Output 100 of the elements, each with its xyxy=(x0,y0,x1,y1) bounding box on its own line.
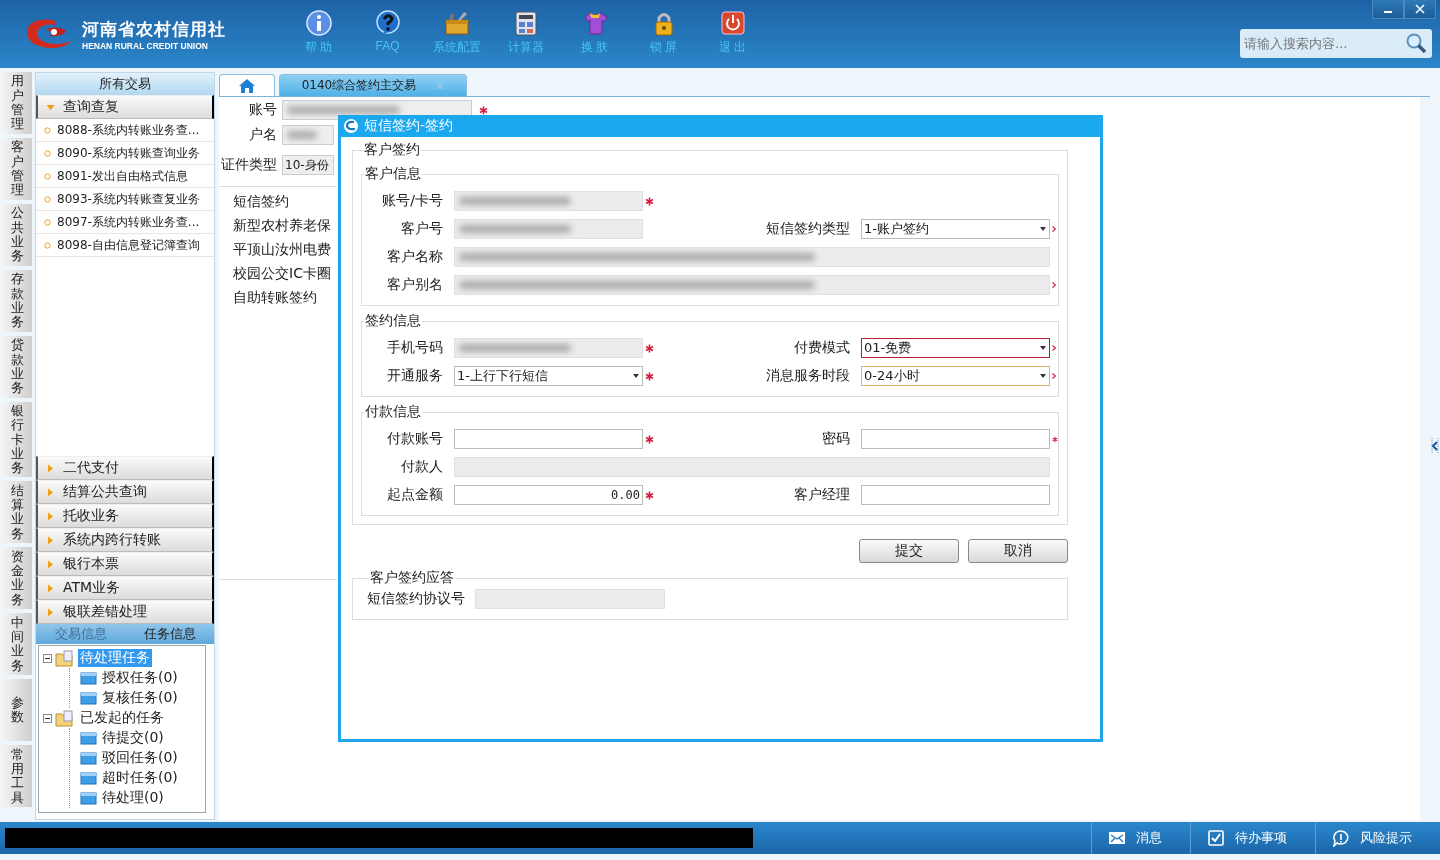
field-label: 账号 xyxy=(248,101,277,119)
dropdown-caret-icon xyxy=(1037,344,1049,352)
field-label: 消息服务时段 xyxy=(765,367,850,385)
field-label: 证件类型 xyxy=(221,156,277,174)
collapse-toggle-icon[interactable] xyxy=(43,653,52,663)
side-tab[interactable]: 参数 xyxy=(2,679,32,742)
nav-item[interactable]: 8090-系统内转账查询业务 xyxy=(36,142,214,165)
input-field[interactable] xyxy=(454,429,643,449)
side-tab[interactable]: 结算业务 xyxy=(2,481,32,544)
tree-item[interactable]: 驳回任务(0) xyxy=(100,749,180,767)
mail-icon xyxy=(1108,829,1126,847)
page-tab[interactable]: 0140综合签约主交易 xyxy=(279,74,467,96)
nav-item[interactable]: 8091-发出自由格式信息 xyxy=(36,165,214,188)
toolbox-icon xyxy=(443,10,470,36)
input-field[interactable] xyxy=(282,125,334,145)
field-label: 付款账号 xyxy=(386,430,443,448)
nav-group[interactable]: 银联差错处理 xyxy=(36,600,214,624)
nav-group[interactable]: 查询查复 xyxy=(36,95,214,119)
tree-item[interactable]: 待处理(0) xyxy=(100,789,166,807)
nav-item[interactable]: 8098-自由信息登记簿查询 xyxy=(36,234,214,257)
minimize-button[interactable] xyxy=(1372,0,1404,19)
collapse-toggle-icon[interactable] xyxy=(43,713,52,723)
tree-item[interactable]: 超时任务(0) xyxy=(100,769,180,787)
tree-item[interactable]: 待提交(0) xyxy=(100,729,166,747)
nav-group[interactable]: 结算公共查询 xyxy=(36,480,214,504)
input-field[interactable] xyxy=(475,589,665,609)
field-label: 开通服务 xyxy=(386,367,443,385)
close-icon xyxy=(1415,4,1425,14)
folder-icon xyxy=(80,671,97,685)
status-button[interactable]: 待办事项 xyxy=(1190,822,1315,854)
caret-icon xyxy=(46,102,55,112)
dropdown-caret-icon xyxy=(630,372,642,380)
side-tab[interactable]: 客户管理 xyxy=(2,138,32,200)
side-tab[interactable]: 资金业务 xyxy=(2,547,32,610)
caret-icon xyxy=(46,463,55,473)
dropdown-field[interactable]: 10-身份 xyxy=(282,155,334,175)
close-button[interactable] xyxy=(1404,0,1436,19)
field-label: 付费模式 xyxy=(793,339,850,357)
nav-group[interactable]: 托收业务 xyxy=(36,504,214,528)
logo-subtitle: HENAN RURAL CREDIT UNION xyxy=(82,40,209,51)
caret-icon xyxy=(46,559,55,569)
dialog-button[interactable]: 提交 xyxy=(859,539,959,563)
search-icon[interactable] xyxy=(1405,32,1427,54)
panel-tab[interactable]: 任务信息 xyxy=(125,624,214,644)
side-tab[interactable]: 银行卡业务 xyxy=(2,402,32,478)
logo-title: 河南省农村信用社 xyxy=(82,17,226,41)
home-icon xyxy=(238,77,256,94)
side-tab[interactable]: 公共业务 xyxy=(2,204,32,266)
side-tab[interactable]: 中间业务 xyxy=(2,613,32,676)
nav-group[interactable]: 系统内跨行转账 xyxy=(36,528,214,552)
list-item[interactable]: 新型农村养老保 xyxy=(233,217,337,241)
field-label: 账号/卡号 xyxy=(381,192,443,210)
nav-group[interactable]: ATM业务 xyxy=(36,576,214,600)
tree-item[interactable]: 已发起的任务 xyxy=(78,709,166,727)
bullet-icon xyxy=(44,195,51,203)
search-field[interactable]: 请输入搜索内容... xyxy=(1240,29,1432,58)
input-field[interactable] xyxy=(861,429,1050,449)
dialog-button[interactable]: 取消 xyxy=(968,539,1068,563)
bullet-icon xyxy=(44,149,51,157)
tree-item[interactable]: 授权任务(0) xyxy=(100,669,180,687)
nav-item[interactable]: 8088-系统内转账业务查... xyxy=(36,119,214,142)
bullet-icon xyxy=(44,172,51,180)
list-item[interactable]: 平顶山汝州电费 xyxy=(233,241,337,265)
dropdown-field[interactable]: 01-免费 xyxy=(861,338,1050,358)
home-tab[interactable] xyxy=(219,74,275,96)
dropdown-field[interactable]: 1-账户签约 xyxy=(861,219,1050,239)
side-tab[interactable]: 贷款业务 xyxy=(2,336,32,398)
side-tab[interactable]: 存款业务 xyxy=(2,270,32,332)
input-field[interactable]: 0.00 xyxy=(454,485,643,505)
field-label: 客户名称 xyxy=(386,248,443,266)
caret-icon xyxy=(46,487,55,497)
field-label: 户名 xyxy=(248,126,277,144)
dropdown-field[interactable]: 0-24小时 xyxy=(861,366,1050,386)
field-label: 客户经理 xyxy=(793,486,850,504)
list-item[interactable]: 校园公交IC卡圈 xyxy=(233,265,337,289)
list-item[interactable]: 自助转账签约 xyxy=(233,289,337,313)
dialog-title: 短信签约-签约 xyxy=(364,117,454,135)
dropdown-field[interactable]: 1-上行下行短信 xyxy=(454,366,643,386)
input-field[interactable] xyxy=(861,485,1050,505)
list-item[interactable]: 短信签约 xyxy=(233,193,337,217)
folder-icon xyxy=(80,751,97,765)
close-icon[interactable] xyxy=(436,81,445,90)
nav-group[interactable]: 银行本票 xyxy=(36,552,214,576)
caret-icon xyxy=(46,583,55,593)
nav-item[interactable]: 8097-系统内转账业务查... xyxy=(36,211,214,234)
form-group: 客户信息 账号/卡号 客户号 短信签约类型 1-账户签约 客户名称 客户别名 xyxy=(361,165,1059,306)
status-button[interactable]: 消息 xyxy=(1091,822,1190,854)
status-button[interactable]: 风险提示 xyxy=(1315,822,1440,854)
side-tab[interactable]: 用户管理 xyxy=(2,72,32,134)
panel-title: 所有交易 xyxy=(36,73,214,95)
form-section: 客户签约应答 短信签约协议号 xyxy=(352,569,1068,620)
bullet-icon xyxy=(44,126,51,134)
caret-icon xyxy=(46,535,55,545)
nav-group[interactable]: 二代支付 xyxy=(36,456,214,480)
question-icon xyxy=(374,10,401,36)
tree-item[interactable]: 复核任务(0) xyxy=(100,689,180,707)
nav-item[interactable]: 8093-系统内转账查复业务 xyxy=(36,188,214,211)
side-tab[interactable]: 常用工具 xyxy=(2,745,32,808)
check-icon xyxy=(1207,829,1225,847)
info-icon xyxy=(305,10,332,36)
